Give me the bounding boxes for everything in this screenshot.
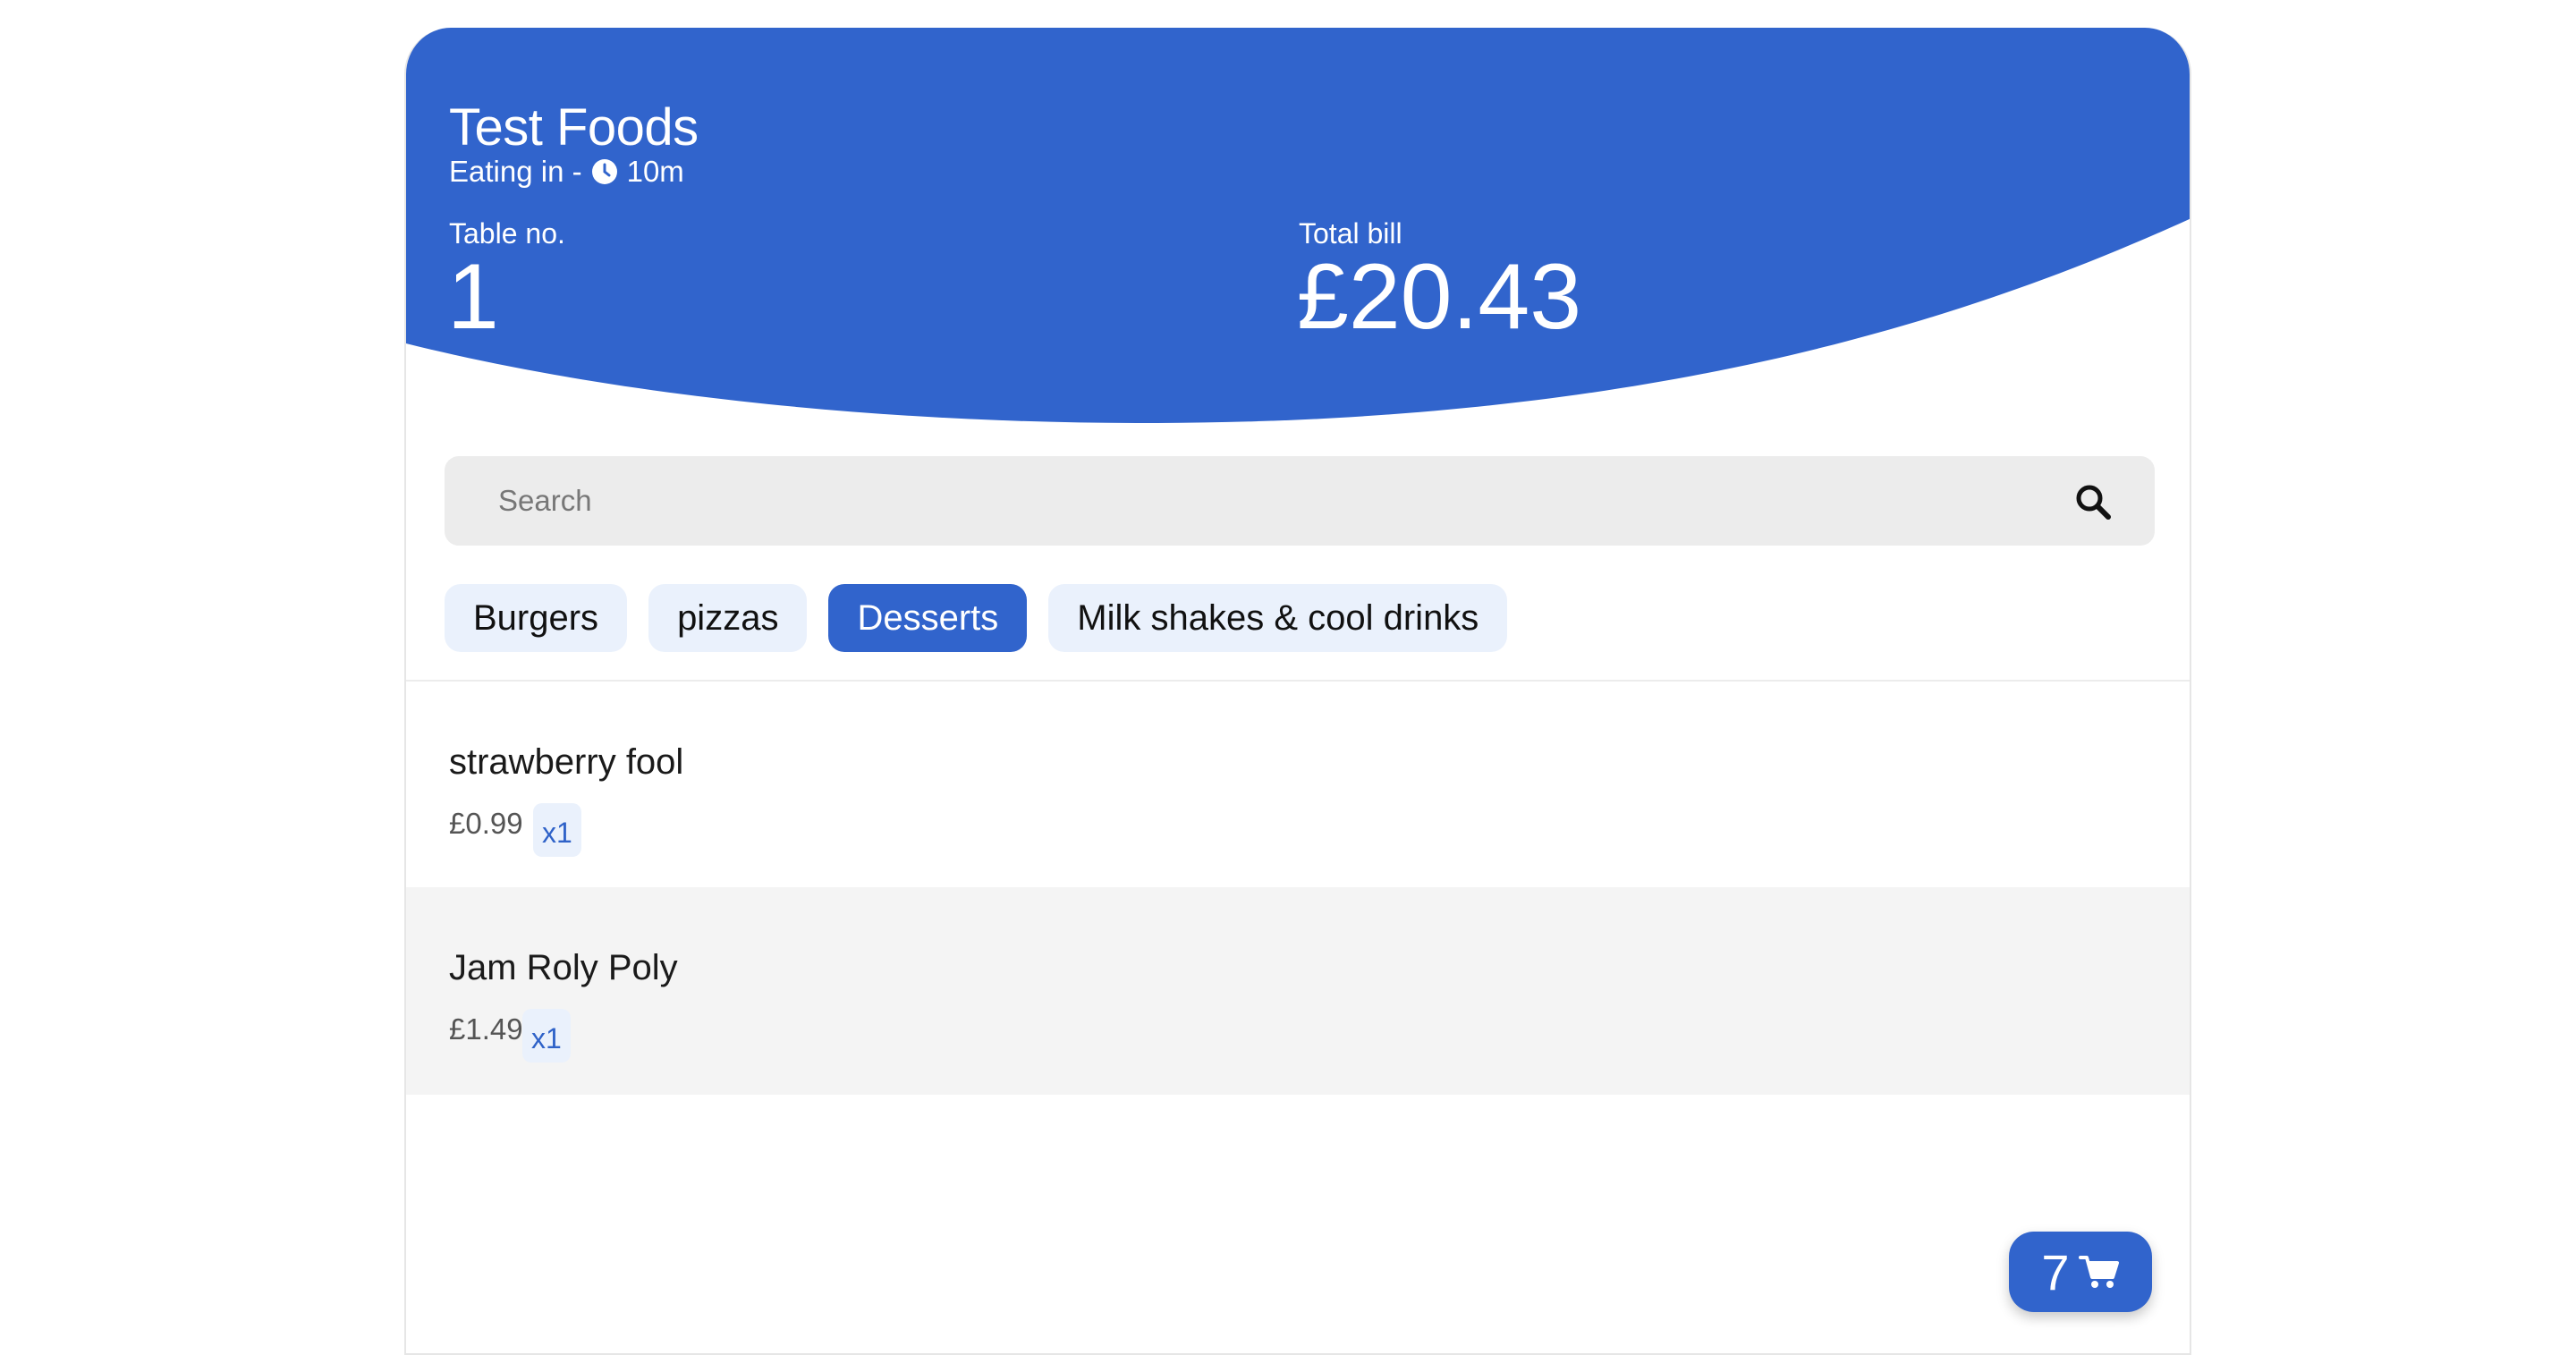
restaurant-name: Test Foods bbox=[449, 98, 699, 157]
search-icon[interactable] bbox=[2074, 483, 2112, 521]
bill-total: £20.43 bbox=[1297, 245, 1582, 349]
item-price: £0.99 bbox=[449, 807, 523, 840]
category-tabs: Burgers pizzas Desserts Milk shakes & co… bbox=[445, 584, 1508, 652]
menu-item[interactable]: strawberry fool £0.99 x1 bbox=[406, 682, 2190, 889]
dining-mode: Eating in - bbox=[449, 155, 582, 188]
search-bar bbox=[445, 456, 2155, 546]
item-name: strawberry fool bbox=[449, 742, 684, 782]
category-desserts[interactable]: Desserts bbox=[828, 584, 1028, 652]
cart-icon bbox=[2078, 1256, 2119, 1288]
table-number: 1 bbox=[447, 245, 499, 349]
category-burgers[interactable]: Burgers bbox=[445, 584, 628, 652]
category-pizzas[interactable]: pizzas bbox=[648, 584, 808, 652]
cart-button[interactable]: 7 bbox=[2009, 1232, 2152, 1312]
app-container: Test Foods Eating in - 10m Table no. 1 T… bbox=[404, 28, 2191, 1355]
dining-info: Eating in - 10m bbox=[449, 155, 684, 189]
cart-count: 7 bbox=[2041, 1243, 2070, 1300]
wait-time: 10m bbox=[626, 155, 684, 188]
clock-icon bbox=[591, 159, 617, 184]
item-quantity-badge: x1 bbox=[533, 803, 581, 857]
search-input[interactable] bbox=[498, 474, 2019, 528]
menu-item[interactable]: Jam Roly Poly £1.49 x1 bbox=[406, 887, 2190, 1095]
category-milk-shakes-cool-drinks[interactable]: Milk shakes & cool drinks bbox=[1048, 584, 1508, 652]
item-price: £1.49 bbox=[449, 1012, 523, 1046]
item-quantity-badge: x1 bbox=[522, 1009, 571, 1063]
item-name: Jam Roly Poly bbox=[449, 948, 678, 987]
